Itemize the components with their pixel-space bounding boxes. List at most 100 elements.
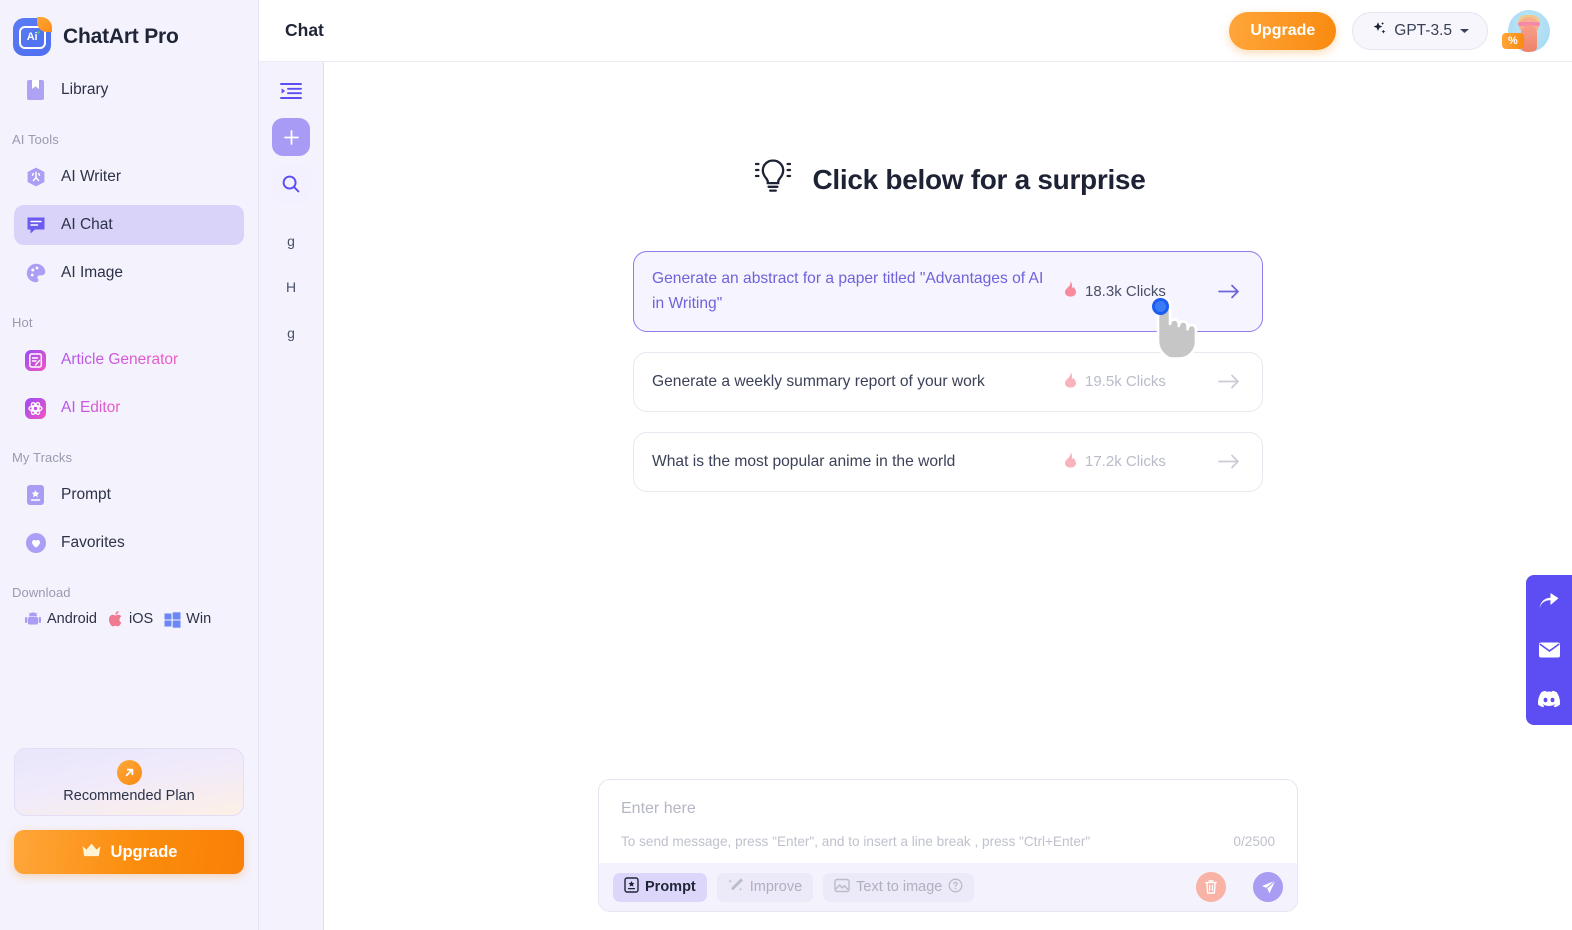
windows-icon bbox=[164, 611, 181, 628]
brand[interactable]: Ai ChatArt Pro bbox=[0, 0, 258, 62]
recommended-plan-label: Recommended Plan bbox=[63, 788, 195, 804]
arrow-right-icon bbox=[1214, 374, 1240, 389]
arrow-right-icon bbox=[1214, 454, 1240, 469]
chat-bubble-icon bbox=[24, 214, 47, 237]
ai-editor-icon bbox=[24, 397, 47, 420]
message-input[interactable]: Enter here bbox=[599, 780, 1297, 828]
topbar-upgrade-button[interactable]: Upgrade bbox=[1229, 11, 1337, 50]
image-icon bbox=[834, 878, 850, 897]
click-count-label: 19.5k Clicks bbox=[1085, 373, 1166, 390]
sidebar-upgrade-button[interactable]: Upgrade bbox=[14, 830, 244, 874]
composer-hint-text: To send message, press "Enter", and to i… bbox=[621, 834, 1091, 849]
sparkle-icon bbox=[1370, 20, 1387, 42]
clear-button[interactable] bbox=[1196, 872, 1226, 902]
sidebar-item-label: AI Chat bbox=[61, 216, 113, 233]
model-selector[interactable]: GPT-3.5 bbox=[1352, 11, 1488, 50]
plus-icon bbox=[283, 129, 299, 145]
prompt-chip[interactable]: Prompt bbox=[613, 872, 707, 902]
suggestion-card[interactable]: Generate an abstract for a paper titled … bbox=[633, 251, 1263, 332]
sidebar-item-favorites[interactable]: Favorites bbox=[14, 523, 244, 563]
suggestion-card[interactable]: Generate a weekly summary report of your… bbox=[633, 351, 1263, 412]
sidebar-item-article-generator[interactable]: Article Generator bbox=[14, 340, 244, 380]
flame-icon bbox=[1064, 280, 1077, 302]
download-label: Win bbox=[186, 611, 212, 627]
topbar-upgrade-label: Upgrade bbox=[1250, 21, 1316, 39]
download-row: Android iOS Win bbox=[0, 606, 258, 628]
suggestion-text: What is the most popular anime in the wo… bbox=[652, 452, 956, 470]
body-area: g H g Click below for a surprise Generat… bbox=[259, 62, 1572, 930]
download-android[interactable]: Android bbox=[24, 610, 97, 628]
arrow-up-right-icon bbox=[116, 760, 142, 785]
surprise-section: Click below for a surprise Generate an a… bbox=[324, 62, 1572, 492]
discord-icon[interactable] bbox=[1536, 685, 1562, 711]
lightbulb-icon bbox=[751, 154, 795, 205]
new-chat-button[interactable] bbox=[272, 118, 310, 156]
suggestion-text: Generate an abstract for a paper titled … bbox=[652, 270, 1044, 313]
recommended-plan-card[interactable]: Recommended Plan bbox=[14, 748, 244, 816]
suggestion-card[interactable]: What is the most popular anime in the wo… bbox=[633, 431, 1263, 492]
click-count-label: 17.2k Clicks bbox=[1085, 453, 1166, 470]
suggestion-text: Generate a weekly summary report of your… bbox=[652, 372, 985, 390]
chip-label: Prompt bbox=[645, 879, 696, 895]
sidebar-item-ai-image[interactable]: AI Image bbox=[14, 253, 244, 293]
help-circle-icon[interactable] bbox=[948, 878, 963, 897]
sidebar-item-library[interactable]: Library bbox=[14, 70, 244, 110]
improve-chip[interactable]: Improve bbox=[716, 872, 814, 902]
sidebar-item-ai-chat[interactable]: AI Chat bbox=[14, 205, 244, 245]
click-count: 19.5k Clicks bbox=[1064, 371, 1214, 393]
click-count: 17.2k Clicks bbox=[1064, 451, 1214, 473]
composer-hint-row: To send message, press "Enter", and to i… bbox=[599, 828, 1297, 863]
android-icon bbox=[25, 612, 41, 625]
search-button[interactable] bbox=[272, 165, 310, 203]
chevron-down-icon bbox=[1459, 22, 1470, 40]
download-ios[interactable]: iOS bbox=[108, 610, 153, 628]
flame-icon bbox=[1064, 451, 1077, 473]
sidebar-item-label: AI Image bbox=[61, 264, 124, 281]
discount-badge: % bbox=[1502, 32, 1524, 49]
crown-icon bbox=[81, 842, 102, 863]
page-title: Chat bbox=[285, 20, 324, 40]
email-icon[interactable] bbox=[1536, 637, 1562, 663]
text-to-image-chip[interactable]: Text to image bbox=[823, 872, 975, 902]
magic-wand-icon bbox=[728, 877, 744, 897]
chat-history-item[interactable]: H bbox=[272, 268, 310, 306]
sidebar-item-label: Article Generator bbox=[61, 351, 179, 368]
writer-icon bbox=[24, 166, 47, 189]
upgrade-label: Upgrade bbox=[110, 842, 178, 861]
chat-history-item[interactable]: g bbox=[272, 314, 310, 352]
trash-icon bbox=[1205, 880, 1217, 894]
chat-canvas: Click below for a surprise Generate an a… bbox=[324, 62, 1572, 930]
surprise-header: Click below for a surprise bbox=[751, 154, 1146, 205]
model-label: GPT-3.5 bbox=[1394, 21, 1452, 39]
character-counter: 0/2500 bbox=[1233, 834, 1275, 849]
palette-icon bbox=[24, 262, 47, 285]
sidebar-item-label: Prompt bbox=[61, 486, 111, 503]
send-button[interactable] bbox=[1253, 872, 1283, 902]
download-label: Android bbox=[47, 611, 97, 627]
sidebar: Ai ChatArt Pro Library AI Tools AI Write… bbox=[0, 0, 259, 930]
avatar[interactable]: % bbox=[1502, 9, 1550, 52]
sidebar-item-label: AI Writer bbox=[61, 168, 121, 185]
download-win[interactable]: Win bbox=[164, 611, 211, 628]
send-icon bbox=[1261, 879, 1276, 893]
share-icon[interactable] bbox=[1536, 589, 1562, 615]
right-pane: Chat Upgrade GPT-3.5 % g H g Click below… bbox=[259, 0, 1572, 930]
sidebar-item-prompt[interactable]: Prompt bbox=[14, 475, 244, 515]
chat-history-item[interactable]: g bbox=[272, 222, 310, 260]
download-label: iOS bbox=[128, 611, 154, 627]
sidebar-item-ai-writer[interactable]: AI Writer bbox=[14, 157, 244, 197]
flame-icon bbox=[1064, 371, 1077, 393]
search-icon bbox=[282, 175, 300, 193]
heart-icon bbox=[24, 532, 47, 555]
apple-icon bbox=[108, 611, 122, 627]
chat-rail: g H g bbox=[259, 62, 324, 930]
collapse-sidebar-icon[interactable] bbox=[274, 74, 308, 108]
sidebar-item-label: Favorites bbox=[61, 534, 125, 551]
surprise-headline: Click below for a surprise bbox=[812, 163, 1146, 195]
composer-wrap: Enter here To send message, press "Enter… bbox=[324, 779, 1572, 930]
sidebar-item-ai-editor[interactable]: AI Editor bbox=[14, 388, 244, 428]
click-count: 18.3k Clicks bbox=[1064, 280, 1214, 302]
app-root: Ai ChatArt Pro Library AI Tools AI Write… bbox=[0, 0, 1572, 930]
prompt-icon bbox=[624, 877, 639, 897]
brand-name: ChatArt Pro bbox=[63, 25, 179, 48]
